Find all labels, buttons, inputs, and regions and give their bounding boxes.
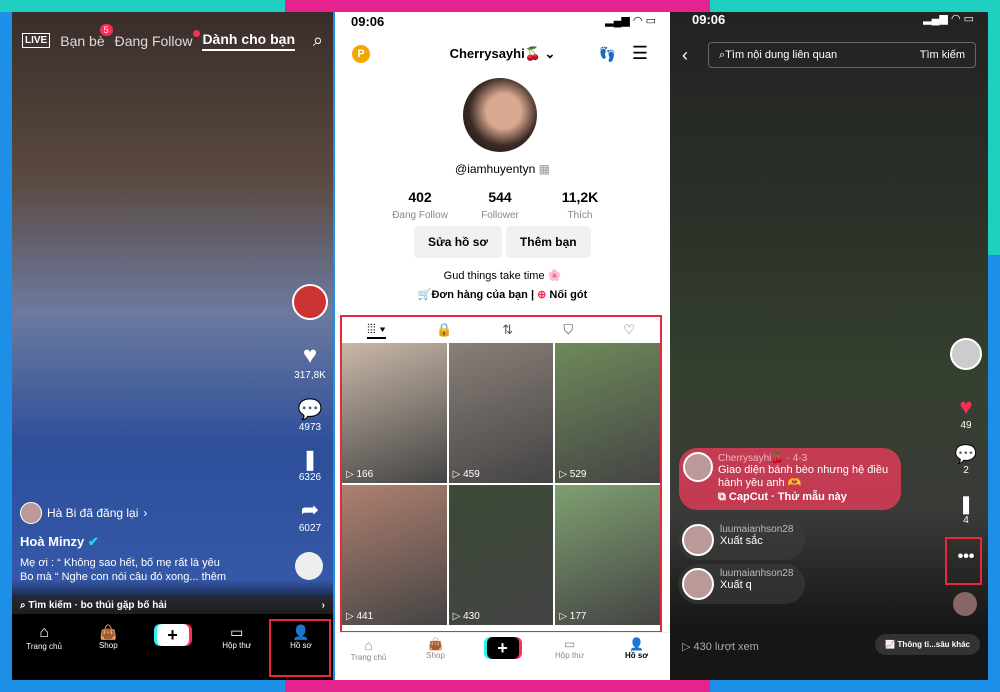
qr-icon[interactable]: ▦ bbox=[539, 162, 550, 176]
feed-top-nav: LIVE Bạn bè 5 Đang Follow Dành cho bạn ⌕ bbox=[22, 23, 323, 51]
view-count: ▷ 430 lượt xem bbox=[682, 641, 759, 653]
sound-disc[interactable] bbox=[953, 592, 977, 616]
shop-icon: 👜 bbox=[99, 624, 118, 640]
comment-item[interactable]: luumaianhson28 Xuất sắc bbox=[678, 520, 806, 560]
duet-icon: ⊕ bbox=[537, 289, 547, 301]
tab-friends[interactable]: Bạn bè 5 bbox=[60, 23, 113, 49]
bookmark-icon: ❚ bbox=[301, 449, 319, 471]
comment-item[interactable]: luumaianhson28 Xuất q bbox=[678, 564, 806, 604]
share-button[interactable]: ➦ 6027 bbox=[290, 497, 330, 534]
tab-for-you[interactable]: Dành cho bạn bbox=[202, 31, 295, 51]
highlight-box bbox=[269, 619, 331, 677]
back-icon[interactable]: ‹ bbox=[682, 45, 688, 66]
heart-icon: ♥ bbox=[302, 342, 318, 369]
profile-screen: 09:06 ▂▄▆ ◠ ▭ P Cherrysayhi🍒 ⌄ 👣 ☰ @iamh… bbox=[335, 12, 670, 680]
bookmark-icon: ❚ bbox=[958, 494, 974, 514]
orders-link[interactable]: 🛒Đơn hàng của bạn bbox=[418, 289, 528, 301]
comment-icon: 💬 bbox=[297, 399, 323, 421]
verified-icon: ✔ bbox=[87, 534, 99, 549]
repost-info[interactable]: Hà Bi đã đăng lại › bbox=[20, 502, 147, 524]
status-icons: ▂▄▆ ◠ ▭ bbox=[923, 13, 974, 25]
account-switcher[interactable]: Cherrysayhi🍒 ⌄ bbox=[335, 46, 670, 62]
inbox-icon: ▭ bbox=[563, 637, 576, 651]
like-button[interactable]: ♥ 49 bbox=[946, 394, 986, 431]
nav-inbox[interactable]: ▭ Hộp thư bbox=[536, 633, 603, 680]
stat-following[interactable]: 402 Đang Follow bbox=[380, 189, 460, 223]
capcut-icon: ⧉ bbox=[718, 491, 726, 503]
commenter-avatar bbox=[683, 452, 713, 482]
plus-icon: + bbox=[156, 624, 189, 646]
profile-stats: 402 Đang Follow 544 Follower 11,2K Thích bbox=[380, 189, 620, 223]
noi-got-link[interactable]: ⊕ Nối gót bbox=[537, 289, 587, 301]
following-dot bbox=[193, 29, 201, 37]
comment-button[interactable]: 💬 4973 bbox=[290, 397, 330, 433]
friends-badge: 5 bbox=[99, 23, 113, 36]
create-button[interactable]: + bbox=[469, 633, 536, 680]
decor-band bbox=[285, 0, 710, 12]
commenter-avatar bbox=[682, 524, 714, 556]
like-button[interactable]: ♥ 317,8K bbox=[290, 342, 330, 381]
profile-handle: @iamhuyentyn ▦ bbox=[455, 162, 550, 176]
nav-home[interactable]: ⌂ Trang chủ bbox=[12, 614, 76, 680]
footprints-icon[interactable]: 👣 bbox=[599, 46, 616, 63]
author-name[interactable]: Hoà Minzy ✔ bbox=[20, 534, 99, 550]
chart-icon: 📈 bbox=[885, 640, 896, 649]
video-screen: 09:06 ▂▄▆ ◠ ▭ ‹ ⌕ Tìm nội dung liên quan… bbox=[670, 12, 988, 680]
nav-home[interactable]: ⌂ Trang chủ bbox=[335, 633, 402, 680]
search-button[interactable]: Tìm kiếm bbox=[920, 49, 965, 61]
search-icon[interactable]: ⌕ bbox=[313, 30, 323, 51]
author-avatar[interactable] bbox=[950, 338, 982, 370]
home-icon: ⌂ bbox=[364, 637, 373, 653]
commenter-avatar bbox=[682, 568, 714, 600]
decor-band bbox=[0, 0, 285, 12]
tab-following[interactable]: Đang Follow bbox=[115, 29, 201, 49]
add-friend-button[interactable]: Thêm bạn bbox=[505, 226, 591, 258]
status-time: 09:06 bbox=[351, 14, 385, 29]
profile-actions: Sửa hồ sơ Thêm bạn bbox=[414, 226, 591, 258]
save-button[interactable]: ❚ 6326 bbox=[290, 447, 330, 483]
profile-icon: 👤 bbox=[629, 637, 644, 651]
status-time: 09:06 bbox=[692, 12, 726, 27]
nav-shop[interactable]: 👜 Shop bbox=[76, 614, 140, 680]
decor-band bbox=[285, 680, 710, 692]
save-button[interactable]: ❚ 4 bbox=[946, 494, 986, 526]
heart-icon: ♥ bbox=[959, 394, 973, 419]
capcut-link[interactable]: ⧉ CapCut · Thử mẫu này bbox=[718, 491, 897, 504]
caption[interactable]: Mẹ ơi : “ Không sao hết, bố mẹ rất là yê… bbox=[20, 556, 226, 584]
nav-profile[interactable]: 👤 Hồ sơ bbox=[603, 633, 670, 680]
search-input[interactable]: ⌕ Tìm nội dung liên quan Tìm kiếm bbox=[708, 42, 976, 68]
shop-icon: 👜 bbox=[428, 637, 443, 651]
comment-icon: 💬 bbox=[954, 444, 978, 464]
profile-avatar[interactable] bbox=[463, 78, 537, 152]
sound-disc[interactable] bbox=[295, 552, 323, 580]
edit-profile-button[interactable]: Sửa hồ sơ bbox=[414, 226, 502, 258]
comment-button[interactable]: 💬 2 bbox=[946, 444, 986, 476]
bio: Gud things take time 🌸 bbox=[443, 270, 562, 282]
highlight-box bbox=[945, 537, 982, 585]
insights-button[interactable]: 📈 Thông ti...sâu khác bbox=[875, 634, 980, 655]
highlight-box bbox=[340, 315, 662, 633]
profile-links: 🛒Đơn hàng của bạn | ⊕ Nối gót bbox=[417, 289, 588, 301]
author-avatar[interactable] bbox=[292, 284, 328, 320]
pinned-comment[interactable]: Cherrysayhi🍒 · 4-3 Giao diện bánh bèo như… bbox=[679, 448, 901, 510]
repost-avatar bbox=[20, 502, 42, 524]
share-icon: ➦ bbox=[300, 497, 320, 522]
video-footer: ▷ 430 lượt xem 📈 Thông ti...sâu khác bbox=[670, 628, 988, 680]
cart-icon: 🛒 bbox=[417, 289, 432, 301]
live-icon[interactable]: LIVE bbox=[22, 33, 51, 48]
nav-shop[interactable]: 👜 Shop bbox=[402, 633, 469, 680]
menu-icon[interactable]: ☰ bbox=[632, 43, 648, 64]
status-icons: ▂▄▆ ◠ ▭ bbox=[605, 15, 656, 27]
plus-icon: + bbox=[486, 637, 519, 659]
home-icon: ⌂ bbox=[39, 624, 49, 641]
inbox-icon: ▭ bbox=[230, 624, 244, 640]
create-button[interactable]: + bbox=[140, 614, 204, 680]
nav-inbox[interactable]: ▭ Hộp thư bbox=[205, 614, 269, 680]
stat-likes[interactable]: 11,2K Thích bbox=[540, 189, 620, 223]
feed-screen: LIVE Bạn bè 5 Đang Follow Dành cho bạn ⌕ … bbox=[12, 12, 333, 680]
bottom-nav: ⌂ Trang chủ 👜 Shop + ▭ Hộp thư 👤 Hồ sơ bbox=[335, 632, 670, 680]
stat-followers[interactable]: 544 Follower bbox=[460, 189, 540, 223]
